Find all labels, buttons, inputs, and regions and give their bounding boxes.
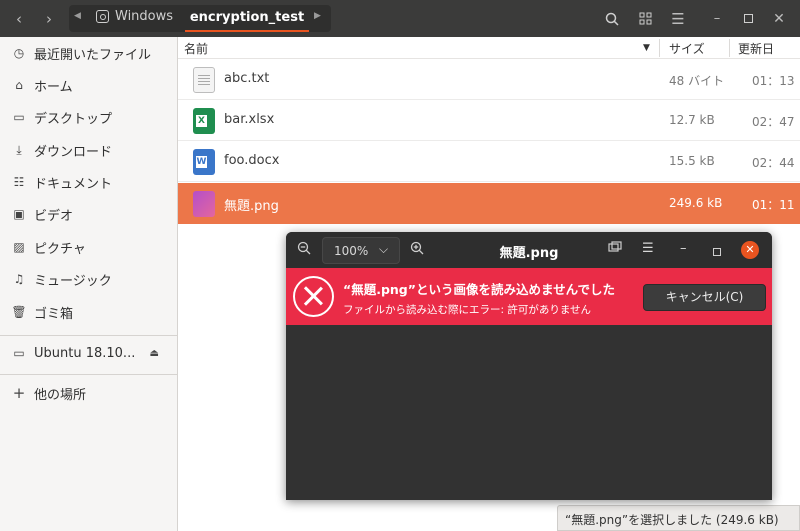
download-icon: ⤓: [16, 142, 22, 157]
error-detail: ファイルから読み込む際にエラー: 許可がありません: [343, 304, 592, 316]
file-size: 12.7 kB: [669, 113, 715, 127]
path-scroll-left-icon[interactable]: ◀: [74, 11, 81, 21]
image-viewer-window: 100% ⌵ 無題.png ☰ – ✕ “無題.png”という画像を読み込めませ…: [286, 232, 772, 500]
hamburger-icon: ☰: [671, 9, 685, 28]
forward-button[interactable]: ›: [38, 5, 60, 32]
sidebar-item-recent[interactable]: ◷ 最近開いたファイル: [0, 38, 177, 68]
file-row[interactable]: abc.txt 48 バイト 01：13: [178, 59, 800, 100]
viewer-menu-button[interactable]: ☰: [642, 241, 654, 256]
file-size: 249.6 kB: [669, 196, 723, 210]
breadcrumb-windows[interactable]: Windows: [96, 9, 173, 24]
search-icon: [605, 12, 619, 26]
eject-icon[interactable]: ⏏: [150, 348, 159, 359]
grid-icon: [639, 12, 651, 25]
drive-icon: [96, 10, 109, 23]
trash-icon: 🗑︎: [11, 305, 27, 319]
header-bar: ‹ › ◀ Windows encryption_test ▶ ☰ – ✕: [0, 0, 800, 37]
file-name: bar.xlsx: [224, 112, 275, 127]
plus-icon: +: [12, 384, 26, 402]
text-file-icon: [193, 67, 215, 93]
spreadsheet-file-icon: X: [193, 108, 215, 134]
file-name: abc.txt: [224, 71, 270, 86]
column-divider: [729, 39, 730, 57]
view-grid-button[interactable]: [634, 5, 656, 32]
desktop-icon: ▭: [13, 110, 25, 124]
viewer-header-bar: 100% ⌵ 無題.png ☰ – ✕: [286, 232, 772, 268]
close-button[interactable]: ✕: [768, 5, 790, 32]
sidebar-separator: [0, 374, 177, 375]
home-icon: ⌂: [15, 78, 23, 92]
file-name: 無題.png: [224, 199, 279, 214]
sidebar-item-pictures[interactable]: ▨ ピクチャ: [0, 232, 177, 262]
error-icon: [293, 276, 334, 317]
file-row[interactable]: W foo.docx 15.5 kB 02：44: [178, 141, 800, 182]
file-modified: 02：47: [752, 115, 795, 129]
sidebar: ◷ 最近開いたファイル ⌂ ホーム ▭ デスクトップ ⤓ ダウンロード ☷ ドキ…: [0, 37, 178, 531]
music-icon: ♫: [13, 272, 25, 286]
column-headers: 名前 ▼ サイズ 更新日: [178, 37, 800, 59]
back-button[interactable]: ‹: [8, 5, 30, 32]
error-title: “無題.png”という画像を読み込めませんでした: [343, 282, 615, 297]
viewer-minimize-button[interactable]: –: [680, 241, 687, 256]
column-divider: [659, 39, 660, 57]
sidebar-item-videos[interactable]: ▣ ビデオ: [0, 199, 177, 229]
hamburger-icon: ☰: [642, 241, 654, 256]
sidebar-item-downloads[interactable]: ⤓ ダウンロード: [0, 135, 177, 165]
gallery-icon: [608, 241, 622, 252]
sidebar-item-home[interactable]: ⌂ ホーム: [0, 70, 177, 100]
drive-icon: ▭: [13, 346, 25, 360]
video-icon: ▣: [13, 207, 25, 221]
menu-button[interactable]: ☰: [667, 5, 689, 32]
document-icon: ☷: [13, 175, 25, 189]
path-bar: ◀ Windows encryption_test ▶: [69, 5, 331, 32]
column-name-header[interactable]: 名前: [184, 40, 208, 57]
minimize-icon: –: [680, 241, 687, 256]
sidebar-item-trash[interactable]: 🗑︎ ゴミ箱: [0, 297, 177, 327]
maximize-button[interactable]: [737, 5, 759, 32]
close-icon: ✕: [773, 10, 785, 27]
file-name: foo.docx: [224, 153, 280, 168]
sidebar-item-ubuntu-drive[interactable]: ▭ Ubuntu 18.10... ⏏: [0, 338, 177, 368]
file-size: 15.5 kB: [669, 154, 715, 168]
file-row[interactable]: X bar.xlsx 12.7 kB 02：47: [178, 100, 800, 141]
cancel-button[interactable]: キャンセル(C): [643, 284, 766, 311]
file-modified: 01：13: [752, 74, 795, 88]
minimize-icon: –: [713, 11, 721, 26]
sidebar-item-desktop[interactable]: ▭ デスクトップ: [0, 102, 177, 132]
path-scroll-right-icon[interactable]: ▶: [314, 11, 321, 21]
sort-descending-icon[interactable]: ▼: [643, 43, 650, 53]
file-modified: 02：44: [752, 156, 795, 170]
viewer-title: 無題.png: [499, 246, 559, 261]
sidebar-item-other-locations[interactable]: + 他の場所: [0, 378, 177, 408]
search-button[interactable]: [601, 5, 623, 32]
picture-icon: ▨: [13, 240, 25, 254]
sidebar-item-music[interactable]: ♫ ミュージック: [0, 264, 177, 294]
minimize-button[interactable]: –: [706, 5, 728, 32]
maximize-icon: [743, 14, 753, 23]
file-modified: 01：11: [752, 198, 795, 212]
document-file-icon: W: [193, 149, 215, 175]
file-row-selected[interactable]: 無題.png 249.6 kB 01：11: [178, 183, 800, 224]
column-size-header[interactable]: サイズ: [669, 40, 705, 57]
chevron-left-icon: ‹: [16, 9, 22, 28]
status-bar: “無題.png”を選択しました (249.6 kB): [557, 505, 800, 531]
clock-icon: ◷: [13, 46, 25, 60]
chevron-right-icon: ›: [46, 9, 52, 28]
close-icon: ✕: [745, 243, 755, 256]
column-modified-header[interactable]: 更新日: [738, 40, 774, 57]
viewer-maximize-button[interactable]: [713, 245, 721, 260]
sidebar-separator: [0, 335, 177, 336]
image-file-icon: [193, 191, 215, 217]
sidebar-item-documents[interactable]: ☷ ドキュメント: [0, 167, 177, 197]
gallery-button[interactable]: [608, 241, 622, 257]
file-size: 48 バイト: [669, 74, 725, 88]
error-infobar: “無題.png”という画像を読み込めませんでした ファイルから読み込む際にエラー…: [286, 268, 772, 325]
maximize-icon: [713, 248, 721, 256]
viewer-close-button[interactable]: ✕: [741, 241, 759, 259]
breadcrumb-current[interactable]: encryption_test: [185, 5, 309, 32]
